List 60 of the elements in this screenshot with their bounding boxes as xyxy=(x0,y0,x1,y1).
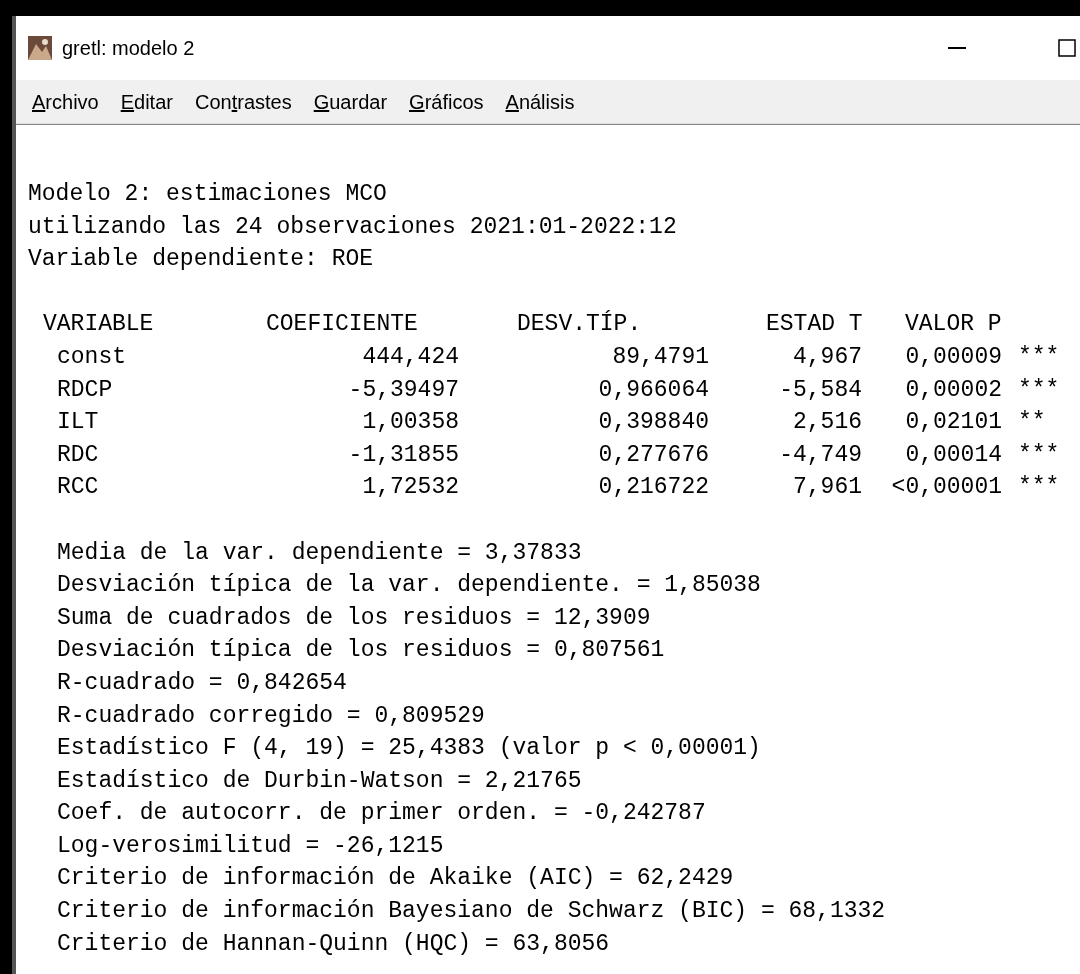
table-cell: 0,00014 xyxy=(905,441,1002,468)
app-icon xyxy=(28,36,52,60)
table-cell: -4,749 xyxy=(779,441,862,468)
output-line: Criterio de información Bayesiano de Schwarz (BIC) = 68,1332 xyxy=(57,897,887,927)
output-line: Estadístico de Durbin-Watson = 2,21765 xyxy=(57,766,583,796)
column-header: DESV.TÍP. xyxy=(517,311,642,338)
column-header: VALOR P xyxy=(905,311,1002,338)
table-cell: RDC xyxy=(57,441,99,468)
output-line: Media de la var. dependiente = 3,37833 xyxy=(57,538,583,568)
column-header: VARIABLE xyxy=(43,311,154,338)
output-line: Desviación típica de los residuos = 0,807561 xyxy=(57,636,666,666)
table-cell: 1,72532 xyxy=(362,474,459,501)
menu-item[interactable]: Guardar xyxy=(313,86,388,117)
table-cell: 0,277676 xyxy=(598,441,709,468)
table-cell: 0,00009 xyxy=(905,343,1002,370)
table-cell: -5,39497 xyxy=(348,376,459,403)
output-line: Criterio de información de Akaike (AIC) = 62,2429 xyxy=(57,864,735,894)
table-cell: 89,4791 xyxy=(612,343,709,370)
significance-stars: *** xyxy=(1018,376,1060,403)
menu-item[interactable]: Análisis xyxy=(505,86,575,117)
significance-stars: ** xyxy=(1018,409,1046,436)
output-line: Estadístico F (4, 19) = 25,4383 (valor p < 0,00001) xyxy=(57,734,762,764)
table-cell: -1,31855 xyxy=(348,441,459,468)
table-cell: 0,02101 xyxy=(905,409,1002,436)
table-cell: <0,00001 xyxy=(891,474,1002,501)
table-cell: RCC xyxy=(57,474,99,501)
output-line: Variable dependiente: ROE xyxy=(28,245,375,275)
maximize-icon[interactable] xyxy=(1058,39,1076,57)
table-cell: 0,398840 xyxy=(598,409,709,436)
table-cell: 4,967 xyxy=(793,343,862,370)
table-cell: 1,00358 xyxy=(362,409,459,436)
output-line: utilizando las 24 observaciones 2021:01-2022:12 xyxy=(28,212,678,242)
output-line: Log-verosimilitud = -26,1215 xyxy=(57,831,445,861)
output-line: R-cuadrado = 0,842654 xyxy=(57,668,348,698)
output-line: Criterio de Hannan-Quinn (HQC) = 63,8056 xyxy=(57,929,611,959)
table-cell: 0,966064 xyxy=(598,376,709,403)
table-cell: 7,961 xyxy=(793,474,862,501)
significance-stars: *** xyxy=(1018,441,1060,468)
table-cell: 444,424 xyxy=(362,343,459,370)
table-cell: const xyxy=(57,343,126,370)
column-header: COEFICIENTE xyxy=(266,311,418,338)
table-cell: ILT xyxy=(57,409,99,436)
significance-stars: *** xyxy=(1018,343,1060,370)
menu-item[interactable]: Gráficos xyxy=(409,86,484,117)
column-header: ESTAD T xyxy=(766,311,863,338)
menu-item[interactable]: Archivo xyxy=(32,86,99,117)
significance-stars: *** xyxy=(1018,474,1060,501)
output-line: R-cuadrado corregido = 0,809529 xyxy=(57,701,486,731)
window-title: gretl: modelo 2 xyxy=(62,36,195,61)
table-cell: 0,216722 xyxy=(598,474,709,501)
output-line: Modelo 2: estimaciones MCO xyxy=(28,180,388,209)
output-line: Suma de cuadrados de los residuos = 12,3909 xyxy=(57,603,652,633)
menu-item[interactable]: Editar xyxy=(120,86,173,117)
output-line: Coef. de autocorr. de primer orden. = -0,242787 xyxy=(57,799,707,829)
table-cell: -5,584 xyxy=(779,376,862,403)
menu-item[interactable]: Contrastes xyxy=(194,86,292,117)
table-cell: RDCP xyxy=(57,376,113,403)
output-line: Desviación típica de la var. dependiente. = 1,85038 xyxy=(57,571,762,601)
table-cell: 0,00002 xyxy=(905,376,1002,403)
table-cell: 2,516 xyxy=(793,409,862,436)
